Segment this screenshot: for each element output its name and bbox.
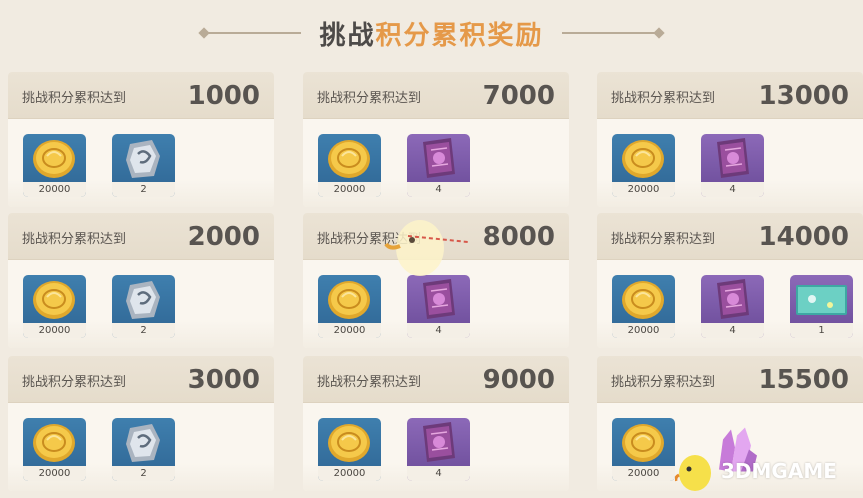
reward-item[interactable]: 4: [407, 418, 470, 481]
reward-card-header: 挑战积分累积达到 14000: [597, 213, 863, 260]
reward-card: 挑战积分累积达到 13000 20000 4: [597, 72, 863, 207]
reward-card-header: 挑战积分累积达到 1000: [8, 72, 274, 119]
reward-item-quantity: 4: [407, 182, 470, 197]
reward-item[interactable]: 4: [701, 275, 764, 338]
reward-item-quantity: 20000: [612, 182, 675, 197]
reward-card: 挑战积分累积达到 14000 20000 4 1: [597, 213, 863, 348]
reward-item-list: 20000 2: [23, 134, 175, 197]
reward-card-body: 20000 4 1: [597, 260, 863, 348]
reward-item[interactable]: 4: [407, 134, 470, 197]
reward-item[interactable]: 20000: [318, 275, 381, 338]
reward-item[interactable]: 20000: [23, 275, 86, 338]
reward-item[interactable]: 20000: [612, 275, 675, 338]
watermark-text: 3DMGAME: [721, 459, 837, 483]
reward-card: 挑战积分累积达到 3000 20000 2: [8, 356, 274, 491]
reward-threshold-label: 挑战积分累积达到: [317, 91, 422, 106]
reward-threshold-label: 挑战积分累积达到: [22, 375, 127, 390]
reward-card-body: 20000 2: [8, 119, 274, 207]
reward-threshold-score: 14000: [758, 222, 849, 252]
reward-card: 挑战积分累积达到 2000 20000 2: [8, 213, 274, 348]
reward-item-list: 20000 4: [612, 134, 764, 197]
reward-item-quantity: 20000: [612, 323, 675, 338]
chick-mascot-icon: [384, 220, 469, 276]
reward-item-quantity: 20000: [318, 323, 381, 338]
reward-item[interactable]: 1: [790, 275, 853, 338]
reward-item-quantity: 1: [790, 323, 853, 338]
reward-card-body: 20000 2: [8, 403, 274, 491]
reward-item-list: 20000 4: [318, 134, 470, 197]
reward-threshold-score: 13000: [758, 81, 849, 111]
reward-item[interactable]: 20000: [612, 134, 675, 197]
page-title: 挑战积分累积奖励: [319, 15, 543, 52]
reward-item-quantity: 4: [701, 323, 764, 338]
reward-item-list: 20000 2: [23, 275, 175, 338]
title-divider-right: [561, 32, 657, 34]
reward-card: 挑战积分累积达到 7000 20000 4: [303, 72, 569, 207]
reward-threshold-label: 挑战积分累积达到: [22, 232, 127, 247]
page-header: 挑战积分累积奖励: [0, 0, 863, 66]
reward-item-quantity: 4: [701, 182, 764, 197]
reward-threshold-score: 2000: [187, 222, 260, 252]
reward-threshold-label: 挑战积分累积达到: [22, 91, 127, 106]
reward-card-header: 挑战积分累积达到 13000: [597, 72, 863, 119]
reward-item[interactable]: 20000: [318, 134, 381, 197]
title-divider-left: [206, 32, 302, 34]
reward-card: 挑战积分累积达到 1000 20000 2: [8, 72, 274, 207]
reward-card-header: 挑战积分累积达到 3000: [8, 356, 274, 403]
reward-item[interactable]: 2: [112, 275, 175, 338]
reward-item-quantity: 20000: [23, 182, 86, 197]
reward-threshold-label: 挑战积分累积达到: [611, 91, 716, 106]
reward-threshold-score: 1000: [187, 81, 260, 111]
reward-card-header: 挑战积分累积达到 15500: [597, 356, 863, 403]
reward-card-body: 20000 4: [303, 403, 569, 491]
reward-threshold-label: 挑战积分累积达到: [317, 375, 422, 390]
reward-card-header: 挑战积分累积达到 7000: [303, 72, 569, 119]
reward-item-quantity: 2: [112, 182, 175, 197]
reward-item-list: 20000 2: [23, 418, 175, 481]
reward-card-body: 20000 4: [303, 119, 569, 207]
watermark: 3DMGAME: [675, 447, 861, 495]
reward-item[interactable]: 2: [112, 418, 175, 481]
reward-card: 挑战积分累积达到 9000 20000 4: [303, 356, 569, 491]
reward-item-list: 20000 4 1: [612, 275, 853, 338]
reward-item[interactable]: 4: [701, 134, 764, 197]
reward-item-quantity: 20000: [23, 466, 86, 481]
reward-item-quantity: 20000: [23, 323, 86, 338]
reward-item[interactable]: 20000: [23, 134, 86, 197]
mascot-logo-icon: [675, 455, 711, 491]
reward-card-body: 20000 4: [597, 119, 863, 207]
reward-item-quantity: 20000: [318, 466, 381, 481]
reward-card-header: 挑战积分累积达到 2000: [8, 213, 274, 260]
reward-item-quantity: 4: [407, 466, 470, 481]
reward-card-header: 挑战积分累积达到 9000: [303, 356, 569, 403]
reward-threshold-label: 挑战积分累积达到: [611, 232, 716, 247]
reward-card-body: 20000 2: [8, 260, 274, 348]
reward-item-quantity: 20000: [318, 182, 381, 197]
reward-item[interactable]: 20000: [23, 418, 86, 481]
reward-item-list: 20000 4: [318, 418, 470, 481]
reward-item-quantity: 4: [407, 323, 470, 338]
reward-item-quantity: 2: [112, 466, 175, 481]
reward-item[interactable]: 2: [112, 134, 175, 197]
reward-item[interactable]: 20000: [318, 418, 381, 481]
reward-threshold-score: 8000: [482, 222, 555, 252]
reward-item-quantity: 20000: [612, 466, 675, 481]
reward-item[interactable]: 20000: [612, 418, 675, 481]
reward-item-quantity: 2: [112, 323, 175, 338]
reward-threshold-score: 15500: [758, 365, 849, 395]
reward-threshold-score: 7000: [482, 81, 555, 111]
page-title-part1: 挑战: [319, 20, 376, 51]
reward-threshold-label: 挑战积分累积达到: [611, 375, 716, 390]
reward-threshold-score: 3000: [187, 365, 260, 395]
reward-threshold-score: 9000: [482, 365, 555, 395]
page-title-part2: 积分累积奖励: [375, 20, 544, 51]
